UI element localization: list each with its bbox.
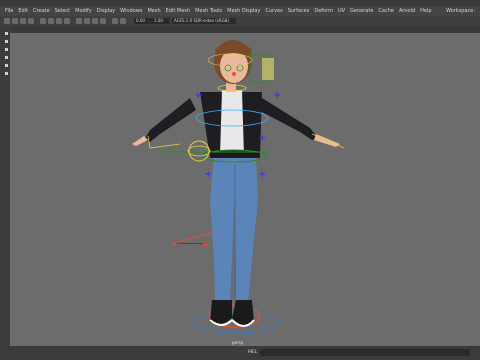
shoulder-pole-left[interactable]: + — [194, 90, 202, 101]
command-line: MEL — [0, 346, 480, 360]
face-control-slider[interactable] — [262, 58, 274, 80]
right-shoe — [232, 300, 254, 326]
shoulder-pole-right[interactable]: + — [273, 90, 281, 101]
fk-ik-switch-ring[interactable] — [187, 145, 211, 157]
knee-pole-marker[interactable]: + — [171, 239, 178, 248]
fk-ik-switch-control[interactable] — [188, 140, 210, 162]
left-sleeve — [144, 98, 196, 142]
hip-pole-right[interactable]: + — [258, 169, 266, 180]
character-scene: + + + + + + + — [132, 40, 345, 334]
mel-command-input[interactable] — [260, 349, 470, 356]
left-shoe — [210, 300, 232, 325]
jeans — [210, 157, 258, 302]
camera-label: persp — [232, 340, 244, 345]
knee-pole-line — [174, 231, 215, 244]
shirt — [220, 90, 244, 156]
hip-pole-left[interactable]: + — [204, 169, 212, 180]
right-arm-fk-control[interactable] — [311, 133, 345, 149]
elbow-pole-right[interactable]: + — [258, 133, 266, 144]
right-sleeve — [258, 98, 318, 140]
mouth-control[interactable] — [232, 72, 236, 76]
mel-label: MEL — [248, 350, 258, 355]
knee-pole-marker-2[interactable]: + — [201, 240, 208, 249]
